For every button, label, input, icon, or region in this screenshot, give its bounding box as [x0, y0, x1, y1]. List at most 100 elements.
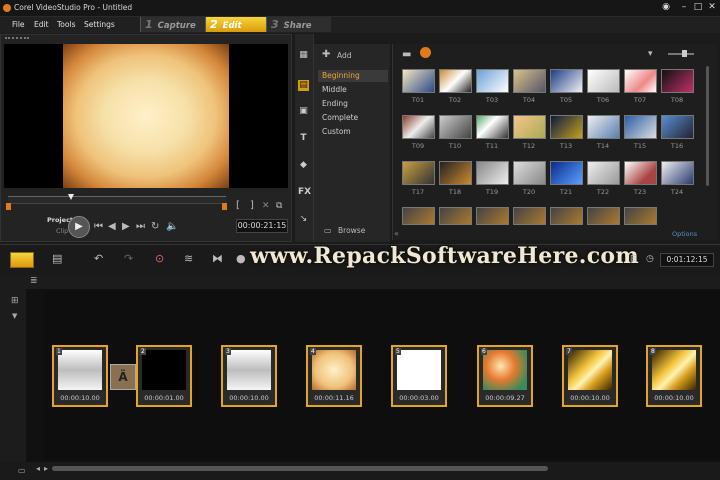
media-icon[interactable]: ▦ [298, 50, 309, 61]
transition-thumbnail-t15[interactable] [624, 115, 657, 139]
storyboard-view-button[interactable] [10, 252, 34, 268]
transition-thumbnail-t22[interactable] [587, 161, 620, 185]
audio-icon[interactable]: ≋ [184, 252, 193, 266]
play-button[interactable]: ▶ [68, 216, 90, 238]
redo-icon[interactable]: ↷ [124, 252, 133, 266]
transition-thumbnail[interactable]: Ä [110, 364, 136, 390]
next-frame-icon[interactable]: ▶ [122, 221, 130, 232]
volume-icon[interactable]: 🔈 [166, 221, 178, 232]
zoom-slider-handle[interactable] [682, 50, 687, 57]
storyboard-clip[interactable]: 7 00:00:10.00 [562, 345, 618, 407]
transition-thumbnail-partial[interactable] [439, 207, 472, 225]
transition-thumbnail-partial[interactable] [550, 207, 583, 225]
storyboard-clip[interactable]: 1 00:00:10.00 [52, 345, 108, 407]
transition-thumbnail-t17[interactable] [402, 161, 435, 185]
options-button[interactable]: Options [672, 230, 697, 238]
transition-thumbnail-partial[interactable] [587, 207, 620, 225]
transition-thumbnail-t11[interactable] [476, 115, 509, 139]
mark-out-button[interactable]: ] [250, 200, 254, 211]
transition-thumbnail-t10[interactable] [439, 115, 472, 139]
maximize-icon[interactable]: □ [692, 2, 704, 13]
transition-thumbnail-t18[interactable] [439, 161, 472, 185]
transition-thumbnail-t03[interactable] [476, 69, 509, 93]
category-middle[interactable]: Middle [318, 84, 388, 96]
transition-thumbnail-t06[interactable] [587, 69, 620, 93]
menu-settings[interactable]: Settings [84, 20, 115, 29]
zoom-fit-icon[interactable]: ⊟ [630, 252, 638, 266]
tab-capture[interactable]: 1 Capture [140, 17, 205, 32]
transition-thumbnail-partial[interactable] [402, 207, 435, 225]
prev-frame-icon[interactable]: ◀ [108, 221, 116, 232]
storyboard-scrollbar[interactable] [52, 466, 548, 471]
collapse-icon[interactable]: « [394, 229, 399, 238]
copy-icon[interactable]: ⧉ [276, 201, 282, 211]
home-icon[interactable]: ⏮ [94, 221, 103, 232]
transition-thumbnail-t12[interactable] [513, 115, 546, 139]
folder-icon[interactable]: ▬ [402, 49, 411, 60]
transition-thumbnail-t13[interactable] [550, 115, 583, 139]
transition-icon[interactable]: ▤ [298, 80, 309, 91]
trim-marker-end[interactable] [222, 203, 227, 210]
timecode-display[interactable]: 00:00:21:15 [236, 219, 288, 233]
transition-thumbnail-partial[interactable] [513, 207, 546, 225]
transition-thumbnail-t09[interactable] [402, 115, 435, 139]
path-icon[interactable]: ↘ [298, 214, 309, 225]
mark-in-button[interactable]: [ [236, 200, 240, 211]
split-icon[interactable]: ✕ [262, 201, 270, 211]
trim-marker-start[interactable] [6, 203, 11, 210]
category-custom[interactable]: Custom [318, 126, 388, 138]
filter-icon[interactable]: FX [298, 187, 311, 198]
tab-edit[interactable]: 2 Edit [205, 17, 270, 32]
dropdown-icon[interactable]: ▼ [12, 312, 17, 320]
timeline-view-button[interactable]: ▤ [52, 252, 62, 266]
storyboard-clip[interactable]: 5 00:00:03.00 [391, 345, 447, 407]
storyboard-clip[interactable]: 3 00:00:10.00 [221, 345, 277, 407]
undo-icon[interactable]: ↶ [94, 252, 103, 266]
category-ending[interactable]: Ending [318, 98, 388, 110]
transition-thumbnail-t21[interactable] [550, 161, 583, 185]
repeat-icon[interactable]: ↻ [151, 221, 159, 232]
panel-grip[interactable] [5, 37, 29, 41]
transition-thumbnail-t23[interactable] [624, 161, 657, 185]
clip-mode-label[interactable]: Clip [56, 227, 68, 235]
transition-thumbnail-t24[interactable] [661, 161, 694, 185]
scroll-left-icon[interactable]: ◂ [36, 464, 40, 473]
transition-thumbnail-t16[interactable] [661, 115, 694, 139]
browse-icon[interactable]: ▭ [324, 226, 332, 235]
transition-thumbnail-t14[interactable] [587, 115, 620, 139]
list-view-icon[interactable]: ≣ [30, 276, 38, 286]
transition-thumbnail-t19[interactable] [476, 161, 509, 185]
storyboard-clip[interactable]: 8 00:00:10.00 [646, 345, 702, 407]
browse-button[interactable]: Browse [338, 226, 365, 235]
tab-share[interactable]: 3 Share [266, 17, 331, 32]
save-icon[interactable]: ▾ [648, 49, 653, 59]
storyboard-clip[interactable]: 4 00:00:11.16 [306, 345, 362, 407]
template-icon[interactable] [420, 47, 431, 58]
menu-file[interactable]: File [12, 20, 25, 29]
transition-thumbnail-t02[interactable] [439, 69, 472, 93]
title-icon[interactable]: T [298, 133, 309, 144]
close-icon[interactable]: ✕ [706, 2, 718, 13]
transition-thumbnail-t07[interactable] [624, 69, 657, 93]
category-beginning[interactable]: Beginning [318, 70, 388, 82]
graphic-icon[interactable]: ◆ [298, 160, 309, 171]
add-icon[interactable]: ✚ [322, 49, 330, 60]
smart-proxy-icon[interactable]: ⧓ [212, 252, 223, 266]
library-scrollbar[interactable] [706, 66, 709, 186]
storyboard-clip[interactable]: 2 00:00:01.00 [136, 345, 192, 407]
transition-thumbnail-t08[interactable] [661, 69, 694, 93]
transition-thumbnail-t01[interactable] [402, 69, 435, 93]
menu-edit[interactable]: Edit [34, 20, 49, 29]
storyboard-clip[interactable]: 6 00:00:09.27 [477, 345, 533, 407]
instant-project-icon[interactable]: ▣ [298, 106, 309, 117]
add-track-icon[interactable]: ▭ [18, 466, 26, 475]
track-manager-icon[interactable]: ⊞ [11, 296, 19, 306]
scroll-right-icon[interactable]: ▸ [44, 464, 48, 473]
scrubber-bar[interactable] [8, 196, 226, 204]
zoom-slider[interactable] [668, 53, 694, 55]
add-button[interactable]: Add [337, 51, 352, 60]
minimize-icon[interactable]: – [678, 2, 690, 13]
transition-thumbnail-partial[interactable] [624, 207, 657, 225]
end-icon[interactable]: ⏭ [136, 221, 145, 232]
transition-thumbnail-t20[interactable] [513, 161, 546, 185]
